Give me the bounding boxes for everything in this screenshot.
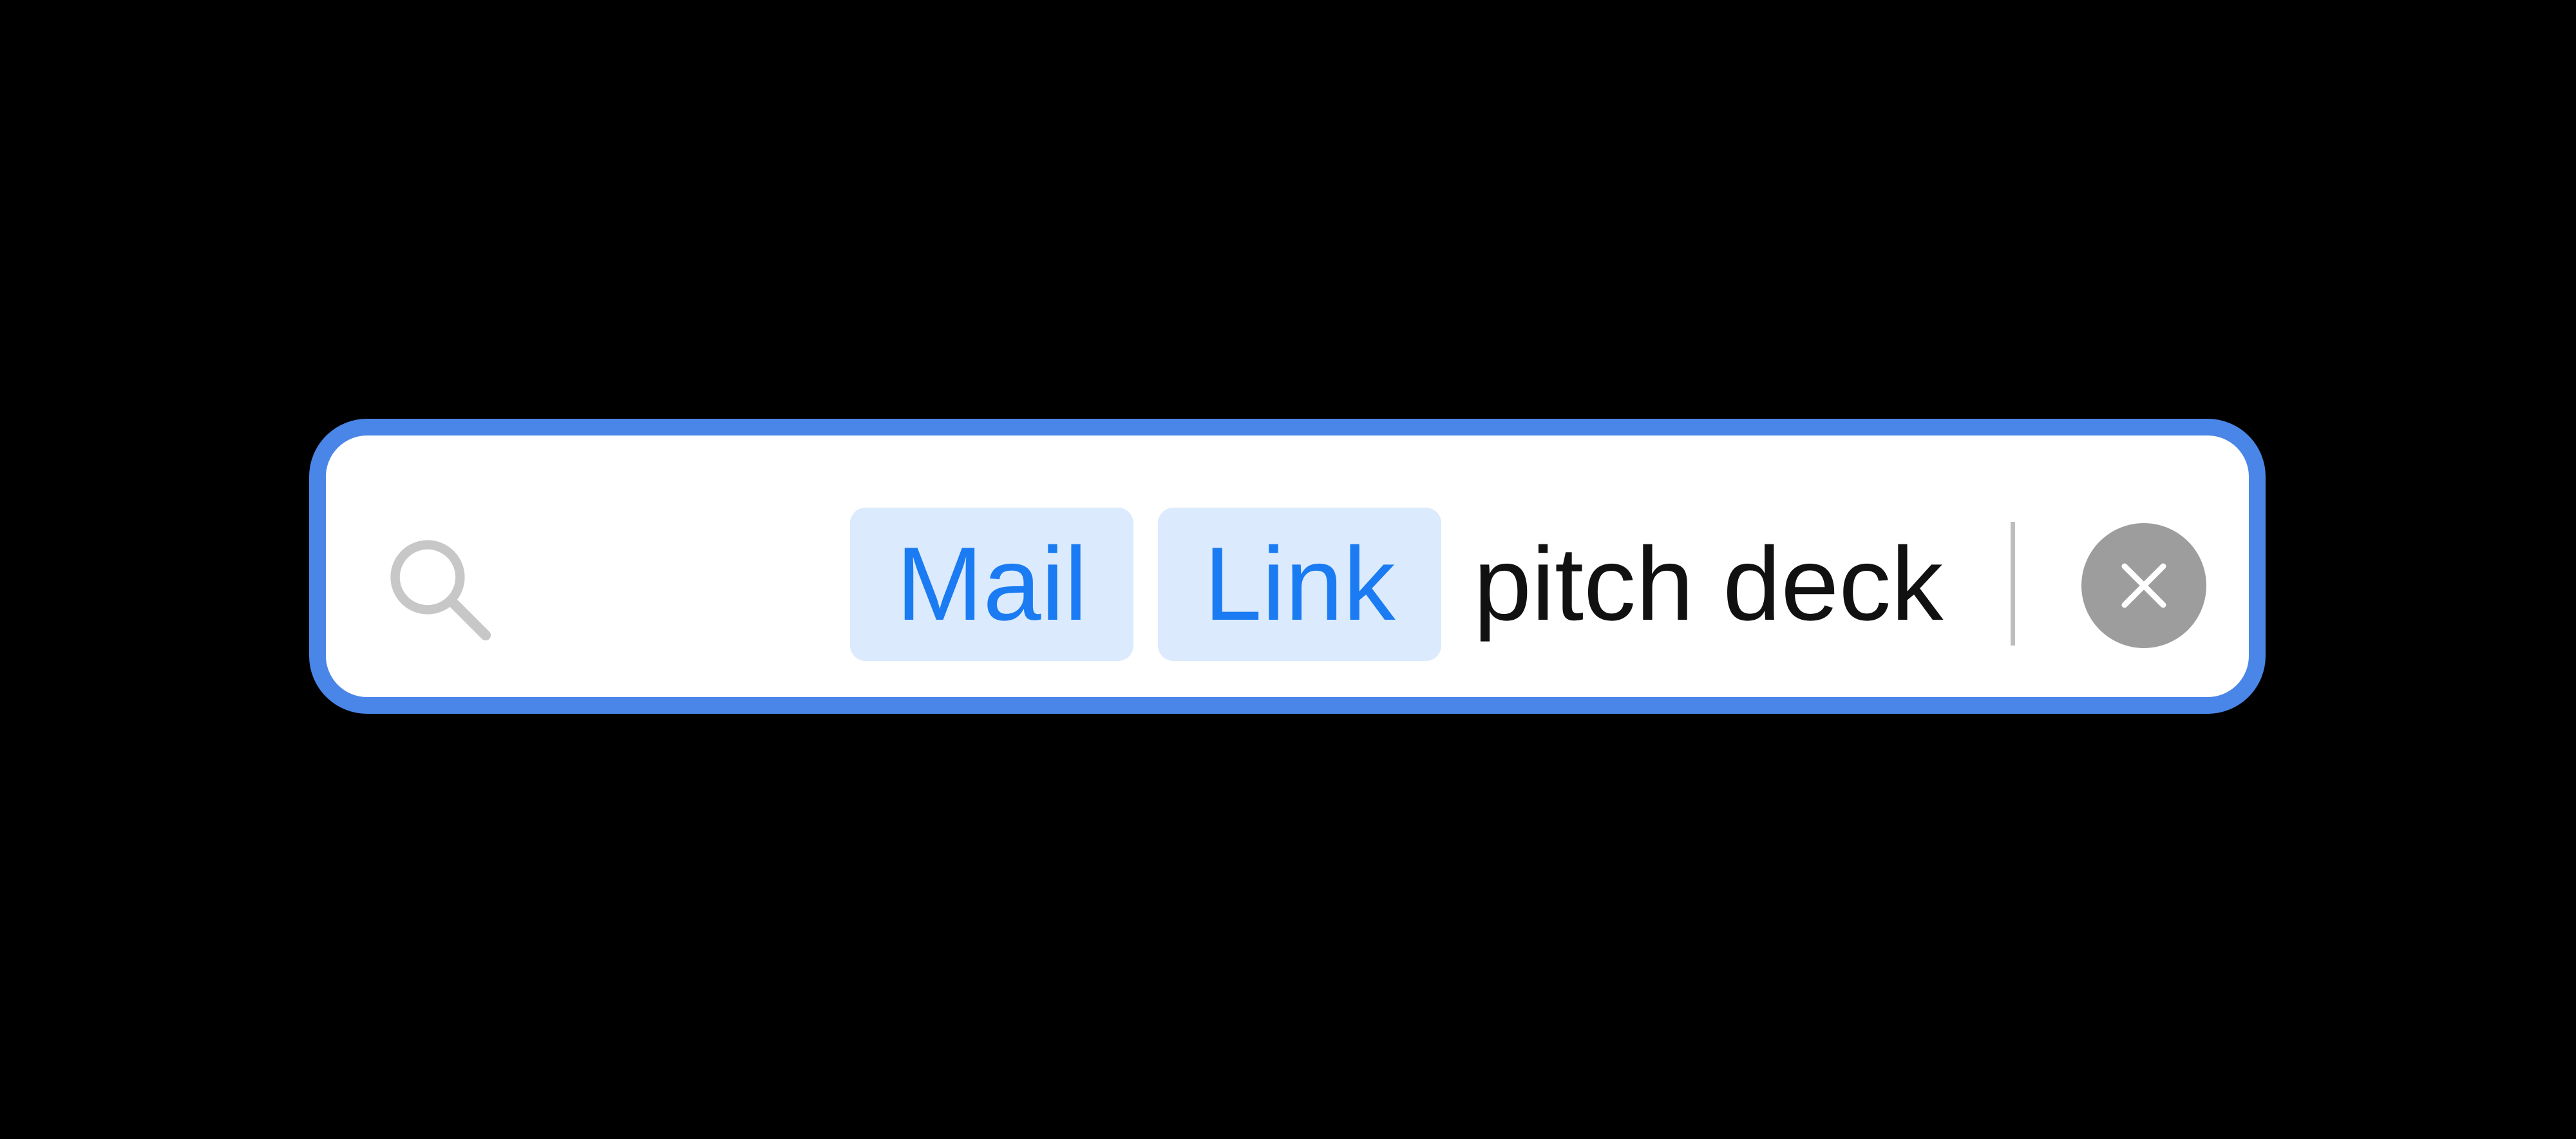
screen-background: Mail Link pitch deck [0, 0, 2576, 1139]
text-caret [2011, 522, 2015, 646]
search-input[interactable]: pitch deck [1473, 508, 1943, 661]
search-bar[interactable]: Mail Link pitch deck [309, 419, 2266, 714]
clear-button[interactable] [2081, 523, 2206, 648]
search-token-link[interactable]: Link [1158, 508, 1441, 661]
search-icon [381, 531, 497, 647]
search-token-mail[interactable]: Mail [850, 508, 1133, 661]
clear-icon [2121, 563, 2166, 608]
